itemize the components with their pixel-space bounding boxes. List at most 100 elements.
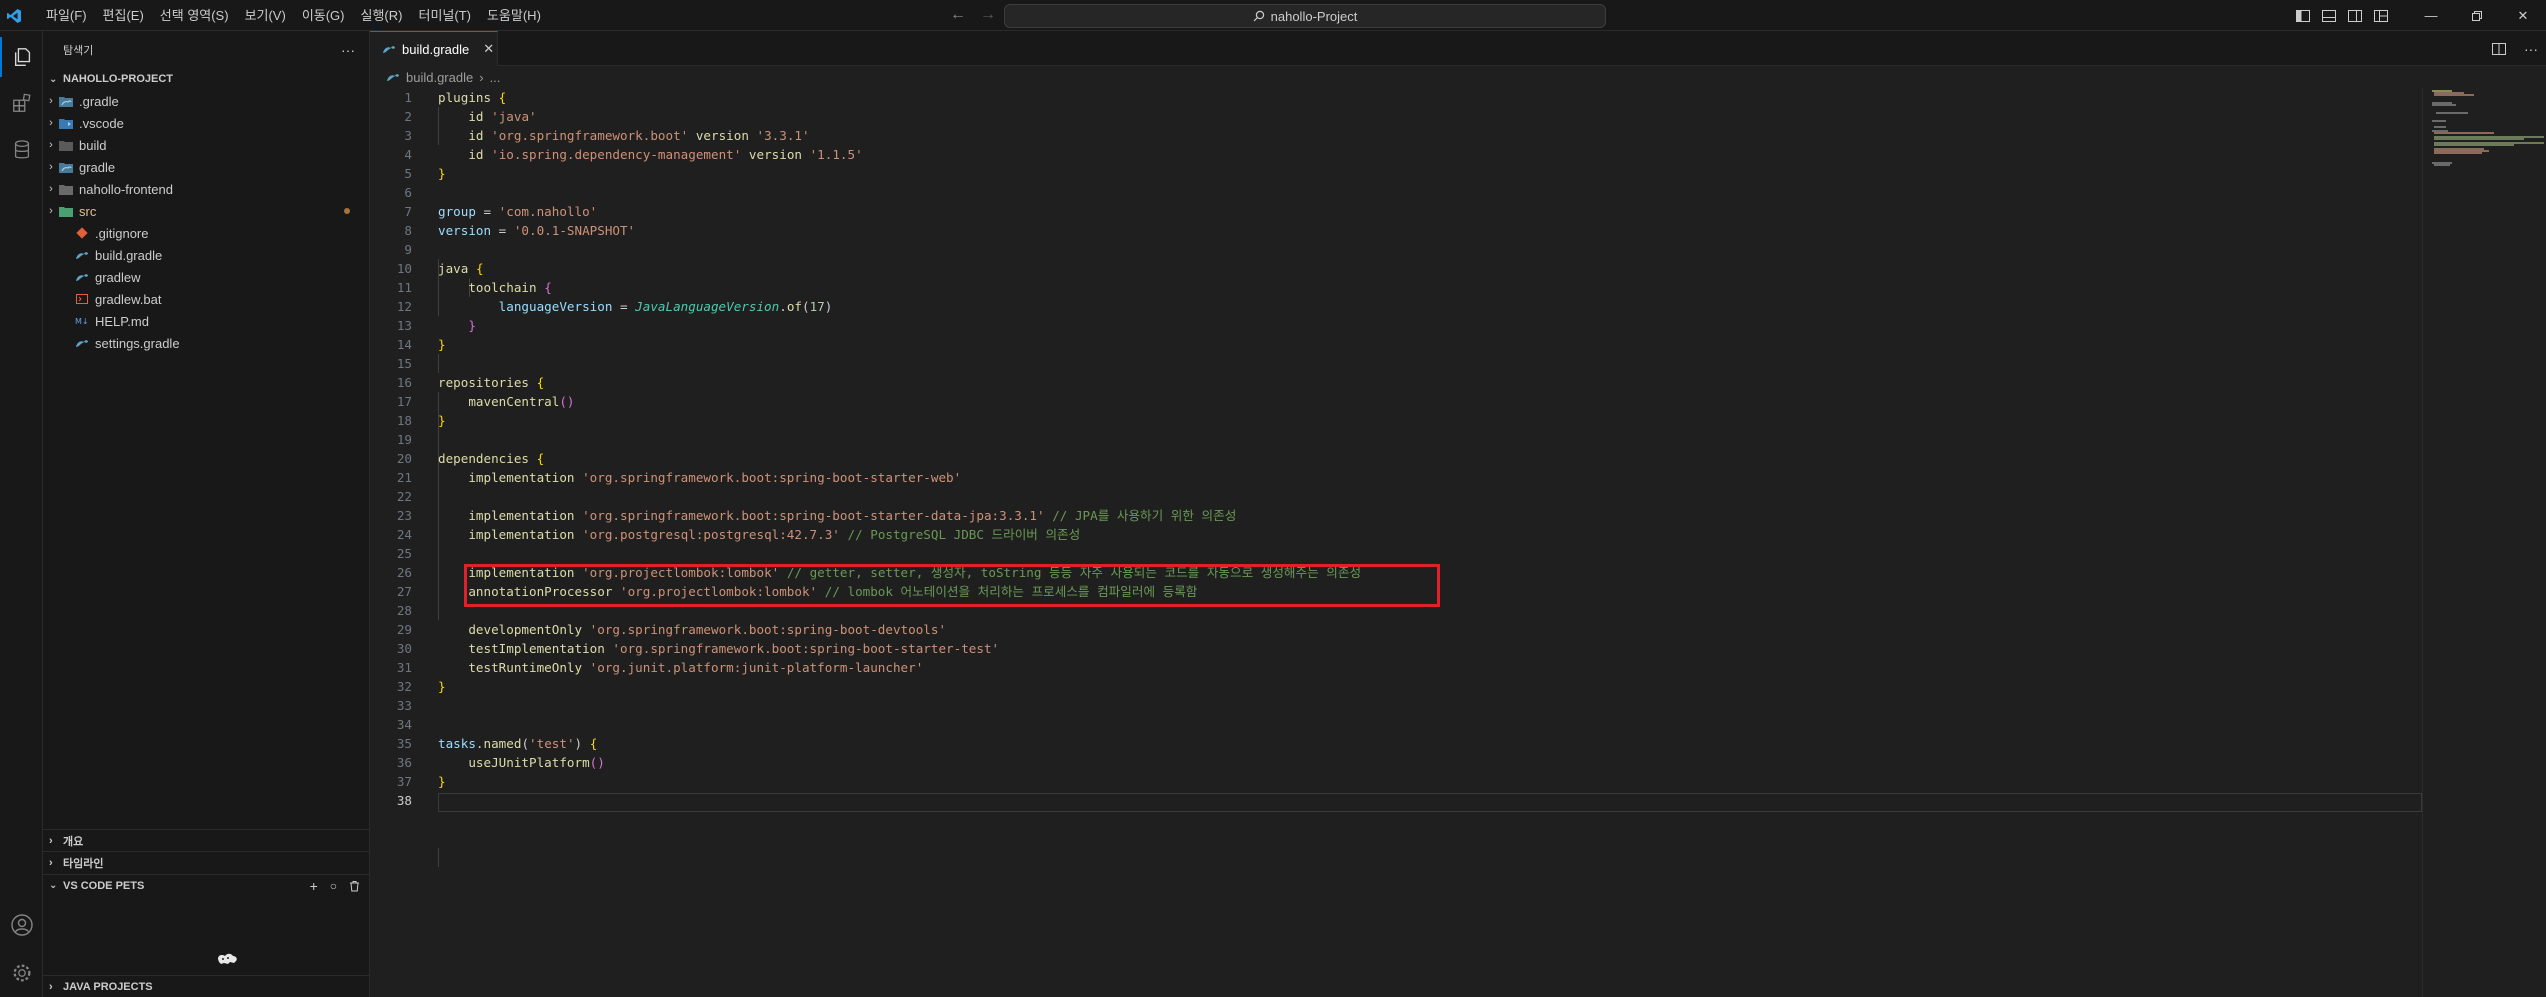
timeline-panel-header[interactable]: › 타임라인	[43, 851, 370, 873]
chevron-right-icon: ›	[49, 117, 53, 129]
tree-folder[interactable]: › nahollo-frontend	[43, 178, 369, 200]
pets-panel-header[interactable]: ⌄ VS CODE PETS + ○	[43, 874, 370, 896]
forward-arrow-icon[interactable]: →	[980, 6, 996, 24]
tree-file[interactable]: gradlew	[43, 266, 369, 288]
tree-item-label: settings.gradle	[95, 335, 180, 351]
tree-folder[interactable]: › .vscode	[43, 112, 369, 134]
delete-pet-icon[interactable]	[349, 880, 360, 892]
menu-selection[interactable]: 선택 영역(S)	[152, 0, 237, 31]
chevron-right-icon: ›	[49, 183, 53, 195]
pet-sprite[interactable]	[214, 951, 240, 967]
tree-item-label: src	[79, 203, 97, 219]
tree-folder[interactable]: › src	[43, 200, 369, 222]
code-line: 35 tasks.named('test') {	[396, 736, 598, 751]
tree-file[interactable]: .gitignore	[43, 222, 369, 244]
vscode-folder-icon	[59, 117, 73, 129]
code-line: 21 implementation 'org.springframework.b…	[396, 470, 962, 485]
code-line: 6	[404, 185, 412, 200]
project-section-header[interactable]: ⌄ NAHOLLO-PROJECT	[43, 68, 369, 90]
extensions-icon[interactable]	[0, 83, 43, 123]
bat-icon	[75, 293, 89, 305]
code-line: 5}	[404, 166, 446, 181]
gradle-icon	[75, 271, 89, 283]
tree-file[interactable]: M↓ HELP.md	[43, 310, 369, 332]
menu-go[interactable]: 이동(G)	[294, 0, 353, 31]
code-line: 25	[396, 546, 412, 561]
gradle-icon	[75, 249, 89, 261]
chevron-right-icon: ›	[49, 95, 53, 107]
tab-label: build.gradle	[402, 41, 470, 57]
tab-build-gradle[interactable]: build.gradle ✕	[370, 31, 498, 66]
toggle-primary-sidebar-icon[interactable]	[2290, 0, 2316, 31]
code-line: 26 implementation 'org.projectlombok:lom…	[396, 565, 1362, 580]
gradle-icon	[387, 74, 399, 81]
outline-panel-header[interactable]: › 개요	[43, 829, 370, 851]
chevron-down-icon: ⌄	[49, 880, 58, 891]
code-line: 7 group = 'com.nahollo'	[404, 204, 598, 219]
project-name: NAHOLLO-PROJECT	[63, 73, 173, 85]
tree-file[interactable]: build.gradle	[43, 244, 369, 266]
pets-label: VS CODE PETS	[63, 879, 145, 892]
menu-terminal[interactable]: 터미널(T)	[410, 0, 478, 31]
tree-folder[interactable]: › build	[43, 134, 369, 156]
command-center-search[interactable]: nahollo-Project	[1004, 4, 1606, 28]
more-actions-icon[interactable]: ···	[2524, 41, 2538, 57]
settings-gear-icon[interactable]	[0, 953, 43, 993]
menu-view[interactable]: 보기(V)	[237, 0, 294, 31]
title-bar: 파일(F) 편집(E) 선택 영역(S) 보기(V) 이동(G) 실행(R) 터…	[0, 0, 2546, 31]
menu-run[interactable]: 실행(R)	[353, 0, 411, 31]
more-actions-icon[interactable]: ···	[341, 42, 355, 58]
chevron-right-icon: ›	[49, 205, 53, 217]
explorer-title: 탐색기	[63, 44, 94, 57]
minimize-icon[interactable]: —	[2408, 0, 2454, 31]
tree-file[interactable]: gradlew.bat	[43, 288, 369, 310]
code-line: 28	[396, 603, 412, 618]
activity-bar	[0, 31, 43, 997]
build-folder-icon	[59, 139, 73, 151]
close-window-icon[interactable]: ✕	[2500, 0, 2546, 31]
explorer-header: 탐색기 ···	[43, 31, 369, 68]
code-line: 15	[396, 356, 412, 371]
menu-edit[interactable]: 편집(E)	[95, 0, 152, 31]
toggle-panel-icon[interactable]	[2316, 0, 2342, 31]
tree-folder[interactable]: › .gradle	[43, 90, 369, 112]
modified-indicator	[344, 208, 350, 214]
menu-file[interactable]: 파일(F)	[38, 0, 95, 31]
outline-label: 개요	[63, 835, 84, 848]
code-editor[interactable]: 1 plugins { 2 id 'java' 3 id 'org.springf…	[370, 88, 2430, 997]
chevron-right-icon: ›	[49, 139, 53, 151]
account-icon[interactable]	[0, 905, 43, 945]
code-line: 8 version = '0.0.1-SNAPSHOT'	[404, 223, 636, 238]
code-line: 13 }	[396, 318, 476, 333]
throw-ball-icon[interactable]: ○	[330, 879, 337, 893]
menu-bar: 파일(F) 편집(E) 선택 영역(S) 보기(V) 이동(G) 실행(R) 터…	[38, 0, 549, 31]
customize-layout-icon[interactable]	[2368, 0, 2394, 31]
code-line: 29 developmentOnly 'org.springframework.…	[396, 622, 947, 637]
code-line: 2 id 'java'	[404, 109, 537, 124]
tree-item-label: .gradle	[79, 93, 119, 109]
code-line: 4 id 'io.spring.dependency-management' v…	[404, 147, 863, 162]
minimap[interactable]	[2430, 88, 2546, 997]
breadcrumb-symbol[interactable]: ...	[490, 70, 501, 85]
database-icon[interactable]	[0, 130, 43, 170]
explorer-sidebar: 탐색기 ··· ⌄ NAHOLLO-PROJECT › .gradle › .vsco…	[43, 31, 370, 997]
chevron-right-icon: ›	[49, 161, 53, 173]
restore-icon[interactable]	[2454, 0, 2500, 31]
back-arrow-icon[interactable]: ←	[950, 6, 966, 24]
java-projects-panel-header[interactable]: › JAVA PROJECTS	[43, 976, 370, 997]
toggle-secondary-sidebar-icon[interactable]	[2342, 0, 2368, 31]
search-icon	[1253, 10, 1264, 22]
tree-file[interactable]: settings.gradle	[43, 332, 369, 354]
explorer-icon[interactable]	[0, 37, 43, 77]
current-line-highlight	[438, 793, 2422, 812]
split-editor-icon[interactable]	[2492, 42, 2506, 55]
code-line: 1 plugins {	[404, 90, 507, 105]
add-pet-icon[interactable]: +	[310, 878, 318, 894]
tree-item-label: build	[79, 137, 107, 153]
code-line: 31 testRuntimeOnly 'org.junit.platform:j…	[396, 660, 924, 675]
menu-help[interactable]: 도움말(H)	[479, 0, 549, 31]
tree-folder[interactable]: › gradle	[43, 156, 369, 178]
breadcrumb-file[interactable]: build.gradle	[406, 70, 473, 85]
close-tab-icon[interactable]: ✕	[483, 41, 494, 57]
command-center-label: nahollo-Project	[1270, 8, 1358, 24]
